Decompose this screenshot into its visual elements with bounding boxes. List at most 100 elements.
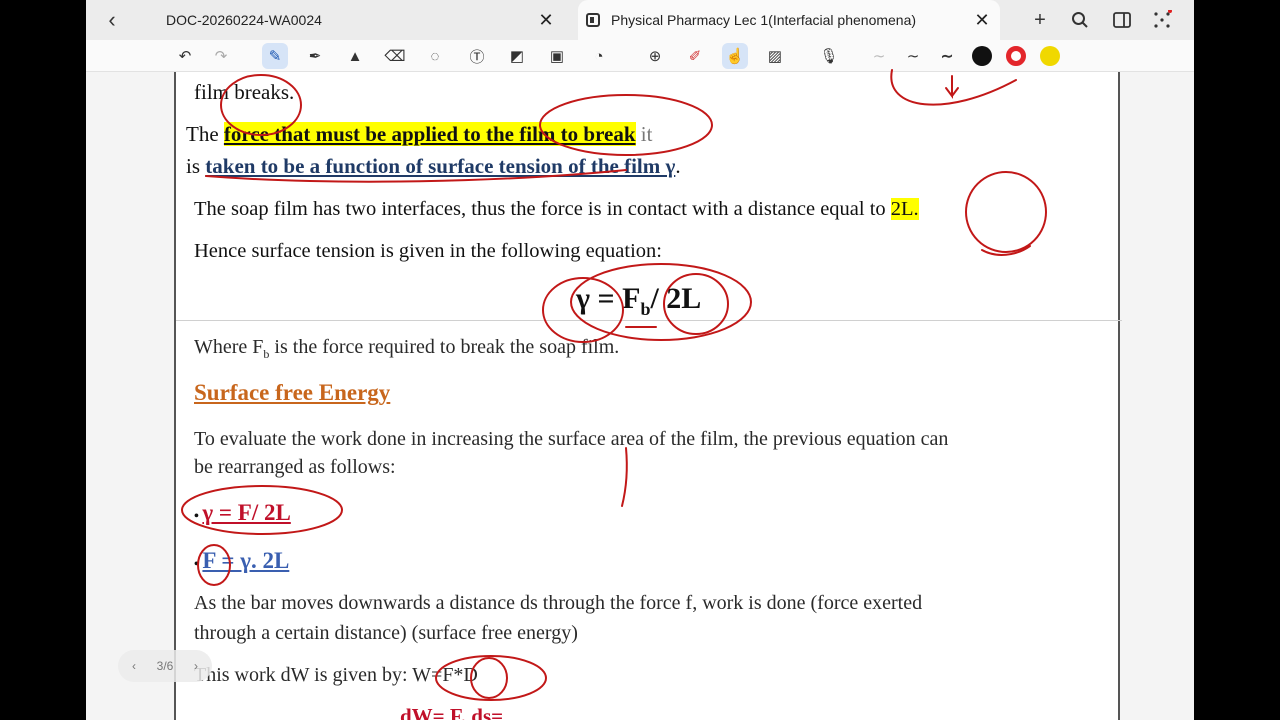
- redo-icon: ↷: [214, 48, 228, 65]
- bullet-item: • F = γ. 2L: [194, 548, 289, 574]
- eraser-tool[interactable]: ⌫: [382, 43, 408, 69]
- chevron-left-icon[interactable]: ‹: [132, 659, 136, 673]
- close-icon[interactable]: ✕: [536, 10, 556, 31]
- text-line: Hence surface tension is given in the fo…: [194, 240, 662, 262]
- page-indicator[interactable]: ‹ 3/6 ›: [118, 650, 212, 682]
- close-icon[interactable]: ✕: [972, 10, 992, 31]
- text-line: through a certain distance) (surface fre…: [194, 622, 578, 644]
- stroke-thick[interactable]: ∼: [934, 43, 960, 69]
- text-span: Where F: [194, 336, 264, 358]
- color-yellow-swatch[interactable]: [1040, 46, 1060, 66]
- pen-tool[interactable]: ✎: [262, 43, 288, 69]
- highlighted-text: 2L.: [890, 198, 919, 220]
- text-span: is: [186, 154, 206, 178]
- highlighted-text: force that must be applied to the film t…: [223, 122, 636, 146]
- more-options-button[interactable]: [1148, 6, 1176, 34]
- equation-part: / 2L: [650, 282, 702, 315]
- eraser-icon: ⌫: [384, 48, 406, 65]
- text-line: film breaks.: [194, 80, 295, 104]
- chevron-left-icon: ‹: [108, 7, 116, 32]
- tab-label: Physical Pharmacy Lec 1(Interfacial phen…: [611, 12, 917, 28]
- app-window: ‹ DOC-20260224-WA0024 ✕ Physical Pharmac…: [86, 0, 1194, 720]
- texture-tool[interactable]: ▨: [762, 43, 788, 69]
- text-span: .: [675, 154, 681, 178]
- fountain-pen-icon: ✒: [308, 48, 322, 65]
- divider: [176, 320, 1122, 321]
- text-span: The soap film has two interfaces, thus t…: [194, 198, 891, 220]
- fountain-pen-tool[interactable]: ✒: [302, 43, 328, 69]
- texture-icon: ▨: [767, 48, 783, 65]
- split-view-icon: [1113, 12, 1131, 28]
- annotation-toolbar: ↶ ↷ ✎ ✒ ▲ ⌫ ◌ Ⓣ ◩ ▣ ◔ ⊕ ✐ ☝ ▨ 🎙 ∼ ∼ ∼: [86, 40, 1194, 72]
- text-line: To evaluate the work done in increasing …: [194, 428, 949, 450]
- color-red-swatch[interactable]: [1006, 46, 1026, 66]
- zoom-tool[interactable]: ⊕: [642, 43, 668, 69]
- color-black-swatch[interactable]: [972, 46, 992, 66]
- search-button[interactable]: [1066, 6, 1094, 34]
- chevron-right-icon[interactable]: ›: [194, 659, 198, 673]
- thin-stroke-icon: ∼: [872, 48, 886, 65]
- text-span: it: [635, 122, 653, 146]
- sticker-tool[interactable]: ◔: [586, 43, 612, 69]
- text-span: This work dW is given by:: [194, 664, 413, 686]
- sidebar-toggle-button[interactable]: [1108, 6, 1136, 34]
- bullet-text: F = γ. 2L: [202, 548, 290, 573]
- text-line: dW= F. ds=: [400, 704, 504, 720]
- thick-stroke-icon: ∼: [940, 48, 954, 65]
- work-equation: W=F*D: [412, 664, 478, 686]
- back-button[interactable]: ‹: [98, 6, 126, 34]
- highlighter-icon: ▲: [347, 47, 363, 65]
- section-heading: Surface free Energy: [194, 380, 391, 405]
- text-line: The soap film has two interfaces, thus t…: [194, 198, 919, 221]
- touch-draw-icon: ☝: [725, 48, 745, 65]
- equation-part: γ = F: [576, 282, 641, 315]
- image-icon: ▣: [549, 48, 565, 65]
- pencil-erase-icon: ✐: [688, 48, 702, 65]
- text-line: Where Fb is the force required to break …: [194, 336, 619, 362]
- bullet-item: • γ = F/ 2L: [194, 500, 291, 526]
- text-line: is taken to be a function of surface ten…: [186, 154, 681, 179]
- tab-doc-wa0024[interactable]: DOC-20260224-WA0024 ✕: [150, 0, 564, 40]
- stroke-thin[interactable]: ∼: [866, 43, 892, 69]
- shape-icon: ◩: [509, 48, 525, 65]
- text-line: This work dW is given by: W=F*D: [194, 664, 478, 687]
- highlighter-tool[interactable]: ▲: [342, 43, 368, 69]
- bullet-text: γ = F/ 2L: [202, 500, 291, 525]
- plus-icon: +: [1034, 8, 1046, 31]
- text-line: The force that must be applied to the fi…: [186, 122, 652, 147]
- text-line: be rearranged as follows:: [194, 456, 396, 478]
- zoom-in-icon: ⊕: [648, 48, 662, 65]
- pen-icon: ✎: [268, 48, 282, 65]
- underlined-text: taken to be a function of surface tensio…: [205, 154, 676, 178]
- undo-button[interactable]: ↶: [172, 43, 198, 69]
- pencil-erase-tool[interactable]: ✐: [682, 43, 708, 69]
- lasso-icon: ◌: [430, 47, 440, 65]
- tab-physical-pharmacy[interactable]: Physical Pharmacy Lec 1(Interfacial phen…: [578, 0, 1000, 40]
- tab-label: DOC-20260224-WA0024: [166, 12, 322, 28]
- lasso-tool[interactable]: ◌: [422, 43, 448, 69]
- tab-bar: ‹ DOC-20260224-WA0024 ✕ Physical Pharmac…: [86, 0, 1194, 40]
- voice-button[interactable]: 🎙: [816, 43, 842, 69]
- search-icon: [1072, 12, 1088, 28]
- touch-draw-toggle[interactable]: ☝: [722, 43, 748, 69]
- text-span: is the force required to break the soap …: [269, 336, 620, 358]
- more-dots-icon: [1154, 10, 1172, 28]
- mic-icon: 🎙: [819, 48, 839, 65]
- text-line: As the bar moves downwards a distance ds…: [194, 592, 923, 614]
- text-icon: Ⓣ: [469, 48, 485, 66]
- text-span: The: [186, 122, 224, 146]
- image-tool[interactable]: ▣: [544, 43, 570, 69]
- sticker-icon: ◔: [594, 47, 604, 65]
- stroke-medium[interactable]: ∼: [900, 43, 926, 69]
- pdf-page[interactable]: film breaks. The force that must be appl…: [174, 72, 1122, 720]
- undo-icon: ↶: [178, 48, 192, 65]
- new-tab-button[interactable]: +: [1026, 6, 1054, 34]
- equation-subscript: b: [640, 299, 651, 319]
- page-number: 3/6: [156, 659, 174, 673]
- medium-stroke-icon: ∼: [906, 48, 920, 65]
- redo-button[interactable]: ↷: [208, 43, 234, 69]
- shape-tool[interactable]: ◩: [504, 43, 530, 69]
- document-icon: [586, 13, 600, 27]
- equation-surface-tension: γ = Fb/ 2L: [576, 282, 701, 320]
- text-tool[interactable]: Ⓣ: [464, 43, 490, 69]
